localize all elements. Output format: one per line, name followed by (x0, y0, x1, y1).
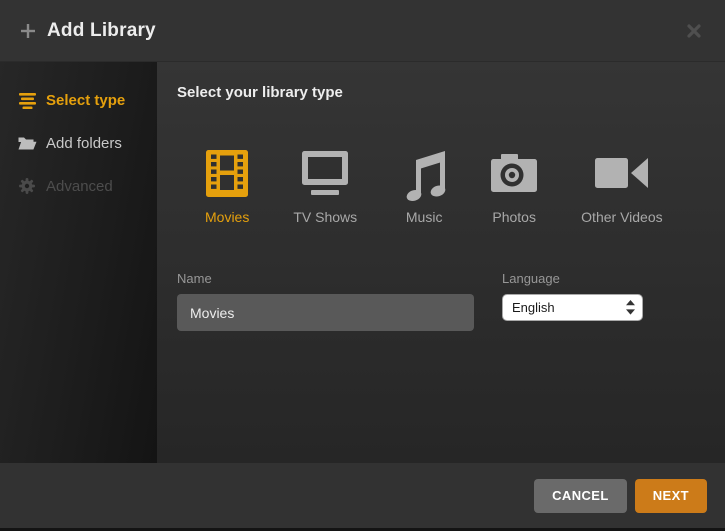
type-music[interactable]: Music (401, 145, 447, 225)
gear-icon (16, 178, 38, 194)
dialog-title: Add Library (47, 20, 156, 42)
select-spinner-icon (626, 300, 635, 315)
video-camera-icon (595, 145, 649, 201)
name-field-group: Name (177, 271, 474, 331)
type-tv-shows[interactable]: TV Shows (293, 145, 357, 225)
type-label: TV Shows (293, 209, 357, 225)
dialog-footer: CANCEL NEXT (0, 463, 725, 528)
close-icon[interactable] (683, 20, 705, 42)
type-label: Movies (205, 209, 249, 225)
music-note-icon (401, 145, 447, 201)
type-photos[interactable]: Photos (491, 145, 537, 225)
plus-icon (20, 23, 36, 39)
next-button[interactable]: NEXT (635, 479, 707, 513)
camera-icon (491, 145, 537, 201)
sidebar-item-label: Add folders (46, 135, 122, 152)
language-field-label: Language (502, 271, 643, 286)
name-field-label: Name (177, 271, 474, 286)
folder-icon (16, 136, 38, 151)
type-movies[interactable]: Movies (205, 145, 249, 225)
language-select[interactable]: English (502, 294, 643, 321)
type-label: Music (406, 209, 443, 225)
film-icon (206, 145, 248, 201)
library-form-row: Name Language English (177, 271, 705, 331)
language-select-value: English (512, 300, 555, 315)
add-library-dialog: Add Library Select type (0, 0, 725, 531)
language-field-group: Language English (502, 271, 643, 331)
sidebar-item-add-folders[interactable]: Add folders (0, 130, 157, 156)
dialog-content: Select type Add folders (0, 62, 725, 463)
library-type-row: Movies TV Shows (205, 145, 705, 225)
sidebar-item-advanced: Advanced (0, 173, 157, 199)
tv-icon (302, 145, 348, 201)
sidebar: Select type Add folders (0, 62, 157, 463)
sidebar-item-label: Select type (46, 92, 125, 109)
type-label: Photos (492, 209, 536, 225)
main-panel: Select your library type (157, 62, 725, 463)
type-other-videos[interactable]: Other Videos (581, 145, 662, 225)
cancel-button[interactable]: CANCEL (534, 479, 627, 513)
sidebar-item-select-type[interactable]: Select type (0, 87, 157, 113)
panel-heading: Select your library type (177, 84, 705, 101)
type-label: Other Videos (581, 209, 662, 225)
dialog-header: Add Library (0, 0, 725, 62)
name-input[interactable] (177, 294, 474, 331)
list-lines-icon (16, 92, 38, 109)
sidebar-item-label: Advanced (46, 178, 113, 195)
